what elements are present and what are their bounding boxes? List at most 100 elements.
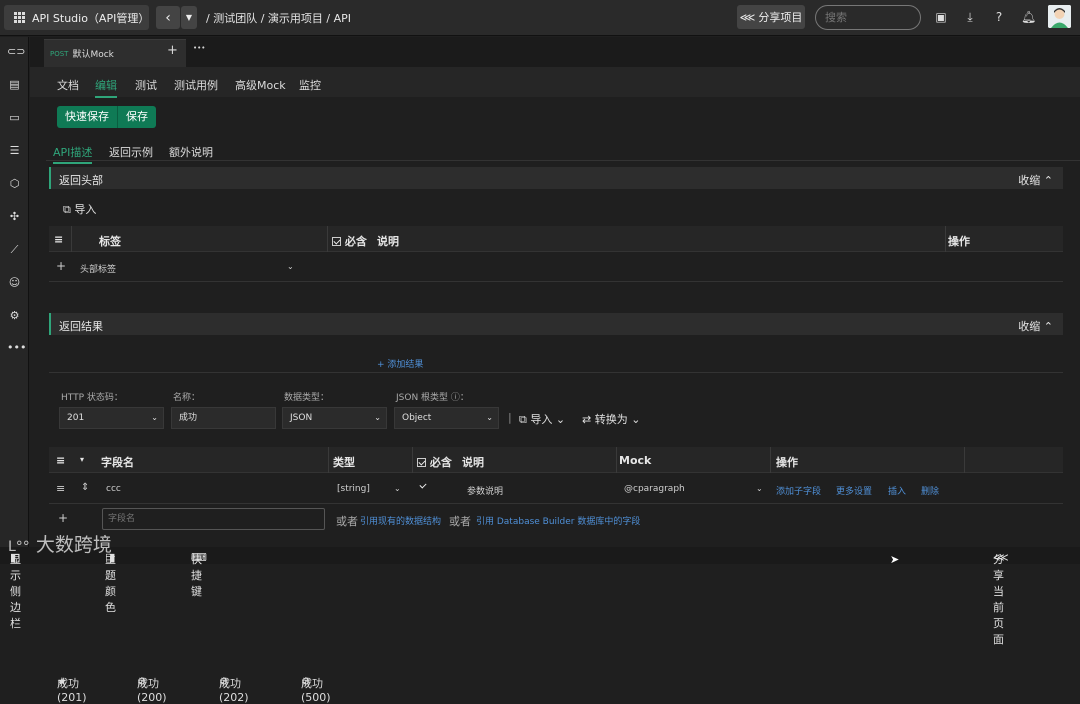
top-bar: API Studio（API管理） ‹ ▼ / 测试团队 / 演示用项目 / A… (0, 0, 1080, 36)
tab-test[interactable]: 测试 (135, 77, 157, 93)
ref-existing-struct-link[interactable]: 引用现有的数据结构 (360, 514, 441, 527)
divider: | (508, 411, 512, 424)
help-icon[interactable]: ? (992, 10, 1006, 24)
search-input[interactable] (815, 5, 921, 30)
check-icon[interactable] (417, 458, 426, 467)
field-desc[interactable]: 参数说明 (467, 484, 503, 497)
breadcrumb[interactable]: / 测试团队 / 演示用项目 / API (206, 10, 351, 26)
divider (964, 447, 965, 473)
delete-link[interactable]: 删除 (921, 484, 939, 497)
gear-icon[interactable]: ⚙ (7, 308, 22, 323)
import-icon: ⧉ (63, 203, 71, 216)
chevron-up-icon: ⌃ (1043, 320, 1053, 333)
share-project-button[interactable]: ⋘ 分享项目 (737, 5, 805, 29)
gear-icon[interactable]: ⚙ (219, 675, 229, 688)
doc-tab-default-mock[interactable]: POST 默认Mock (44, 39, 186, 67)
import-result-button[interactable]: ⧉ 导入 ⌄ (519, 411, 565, 427)
list-icon[interactable]: ☰ (7, 143, 22, 158)
app-menu-button[interactable]: API Studio（API管理） (4, 5, 149, 30)
http-code-select[interactable]: 201 ⌄ (59, 407, 164, 429)
tab-extra-notes[interactable]: 额外说明 (169, 144, 213, 160)
more-settings-link[interactable]: 更多设置 (836, 484, 872, 497)
collapse-results-button[interactable]: 收缩 ⌃ (1018, 318, 1053, 334)
reorder-icon[interactable]: ⇕ (81, 482, 89, 493)
divider (616, 447, 617, 473)
required-checkbox[interactable] (419, 481, 428, 493)
chevron-down-icon[interactable]: ⌄ (394, 484, 401, 493)
col-required-label: 必含 (429, 456, 452, 469)
tab-response-example[interactable]: 返回示例 (109, 144, 153, 160)
puzzle-icon[interactable]: ✣ (7, 209, 22, 224)
calendar-check-icon[interactable]: ▣ (934, 10, 948, 24)
col-field: 字段名 (101, 456, 134, 469)
tab-advanced-mock[interactable]: 高级Mock (235, 77, 286, 93)
footer-bar: ◧ 显示侧边栏 ◨ 主题颜色 ⌨ 快捷键 ⋘ 分享当前页面 (0, 547, 1080, 646)
check-icon[interactable] (332, 237, 341, 246)
import-headers-button[interactable]: ⧉ 导入 (63, 201, 96, 217)
watermark-text: 大数跨境 (35, 534, 112, 556)
data-type-select[interactable]: JSON ⌄ (282, 407, 387, 429)
save-button-group: 快速保存 保存 (57, 106, 156, 128)
save-button[interactable]: 保存 (117, 106, 156, 128)
user-avatar[interactable] (1048, 5, 1071, 28)
field-type-select[interactable]: [string] (337, 484, 370, 494)
chevron-up-icon: ⌃ (1043, 174, 1053, 187)
document-tab-strip: POST 默认Mock + ••• (30, 37, 1080, 67)
collapse-headers-button[interactable]: 收缩 ⌃ (1018, 172, 1053, 188)
tab-monitor[interactable]: 监控 (299, 77, 321, 93)
new-field-name-input[interactable] (102, 508, 325, 530)
tab-doc[interactable]: 文档 (57, 77, 79, 93)
gear-icon[interactable]: ⚙ (137, 675, 147, 688)
name-input[interactable]: 成功 (171, 407, 276, 429)
add-row-icon[interactable]: + (56, 259, 66, 273)
chart-line-icon[interactable]: ⟋ (7, 242, 22, 257)
theme-color-label: 主题颜色 (105, 553, 116, 614)
add-tab-button[interactable]: + (167, 43, 178, 58)
method-badge: POST (50, 49, 69, 58)
data-type-value: JSON (290, 413, 313, 423)
gear-icon[interactable]: ⚙ (301, 675, 311, 688)
col-required-label: 必含 (344, 235, 367, 248)
link-icon[interactable]: ⊂⊃ (7, 44, 25, 59)
tab-test-cases[interactable]: 测试用例 (174, 77, 218, 93)
note-icon[interactable]: ▭ (7, 110, 22, 125)
tab-api-desc[interactable]: API描述 (53, 144, 93, 164)
mock-select[interactable]: @cparagraph (624, 484, 685, 494)
clipboard-icon[interactable]: ▤ (7, 77, 22, 92)
header-tag-select[interactable]: 头部标签 (80, 262, 116, 275)
user-icon[interactable]: ☺ (7, 275, 22, 290)
chevron-down-icon: ⌄ (486, 413, 493, 422)
more-tabs-button[interactable]: ••• (193, 44, 205, 52)
divider (328, 447, 329, 473)
response-results-section: 返回结果 收缩 ⌃ (49, 313, 1063, 335)
field-name[interactable]: ccc (106, 484, 121, 494)
add-child-field-link[interactable]: 添加子字段 (776, 484, 821, 497)
ref-database-builder-link[interactable]: 引用 Database Builder 数据库中的字段 (476, 514, 640, 527)
col-desc: 说明 (377, 235, 399, 248)
convert-to-button[interactable]: ⇄ 转换为 ⌄ (582, 411, 640, 427)
chevron-down-icon[interactable]: ⌄ (287, 262, 294, 271)
chevron-down-icon: ⌄ (555, 413, 566, 426)
history-dropdown[interactable]: ▼ (181, 6, 197, 29)
tab-edit[interactable]: 编辑 (95, 77, 117, 98)
cube-icon[interactable]: ⬡ (7, 176, 22, 191)
more-icon[interactable]: ••• (7, 340, 26, 355)
chevron-down-icon[interactable]: ⌄ (756, 484, 763, 493)
import-label: 导入 (74, 203, 97, 216)
insert-link[interactable]: 插入 (888, 484, 906, 497)
root-type-select[interactable]: Object ⌄ (394, 407, 499, 429)
download-icon[interactable]: ⤓ (963, 10, 977, 24)
collapse-label: 收缩 (1018, 320, 1041, 333)
back-button[interactable]: ‹ (156, 6, 180, 29)
bell-icon[interactable]: 🔔︎ (1021, 10, 1036, 24)
or-text: 或者 (336, 515, 358, 528)
quick-save-button[interactable]: 快速保存 (57, 106, 117, 128)
add-result-button[interactable]: + 添加结果 (377, 357, 423, 370)
row-menu-icon[interactable]: ≡ (56, 454, 65, 467)
add-row-icon[interactable]: + (58, 511, 68, 525)
show-sidebar-label: 显示侧边栏 (10, 553, 21, 630)
row-menu-icon[interactable]: ≡ (54, 233, 63, 246)
http-code-label: HTTP 状态码： (61, 393, 123, 403)
caret-down-icon[interactable]: ▾ (80, 455, 84, 464)
drag-handle-icon[interactable]: ≡ (56, 482, 65, 495)
